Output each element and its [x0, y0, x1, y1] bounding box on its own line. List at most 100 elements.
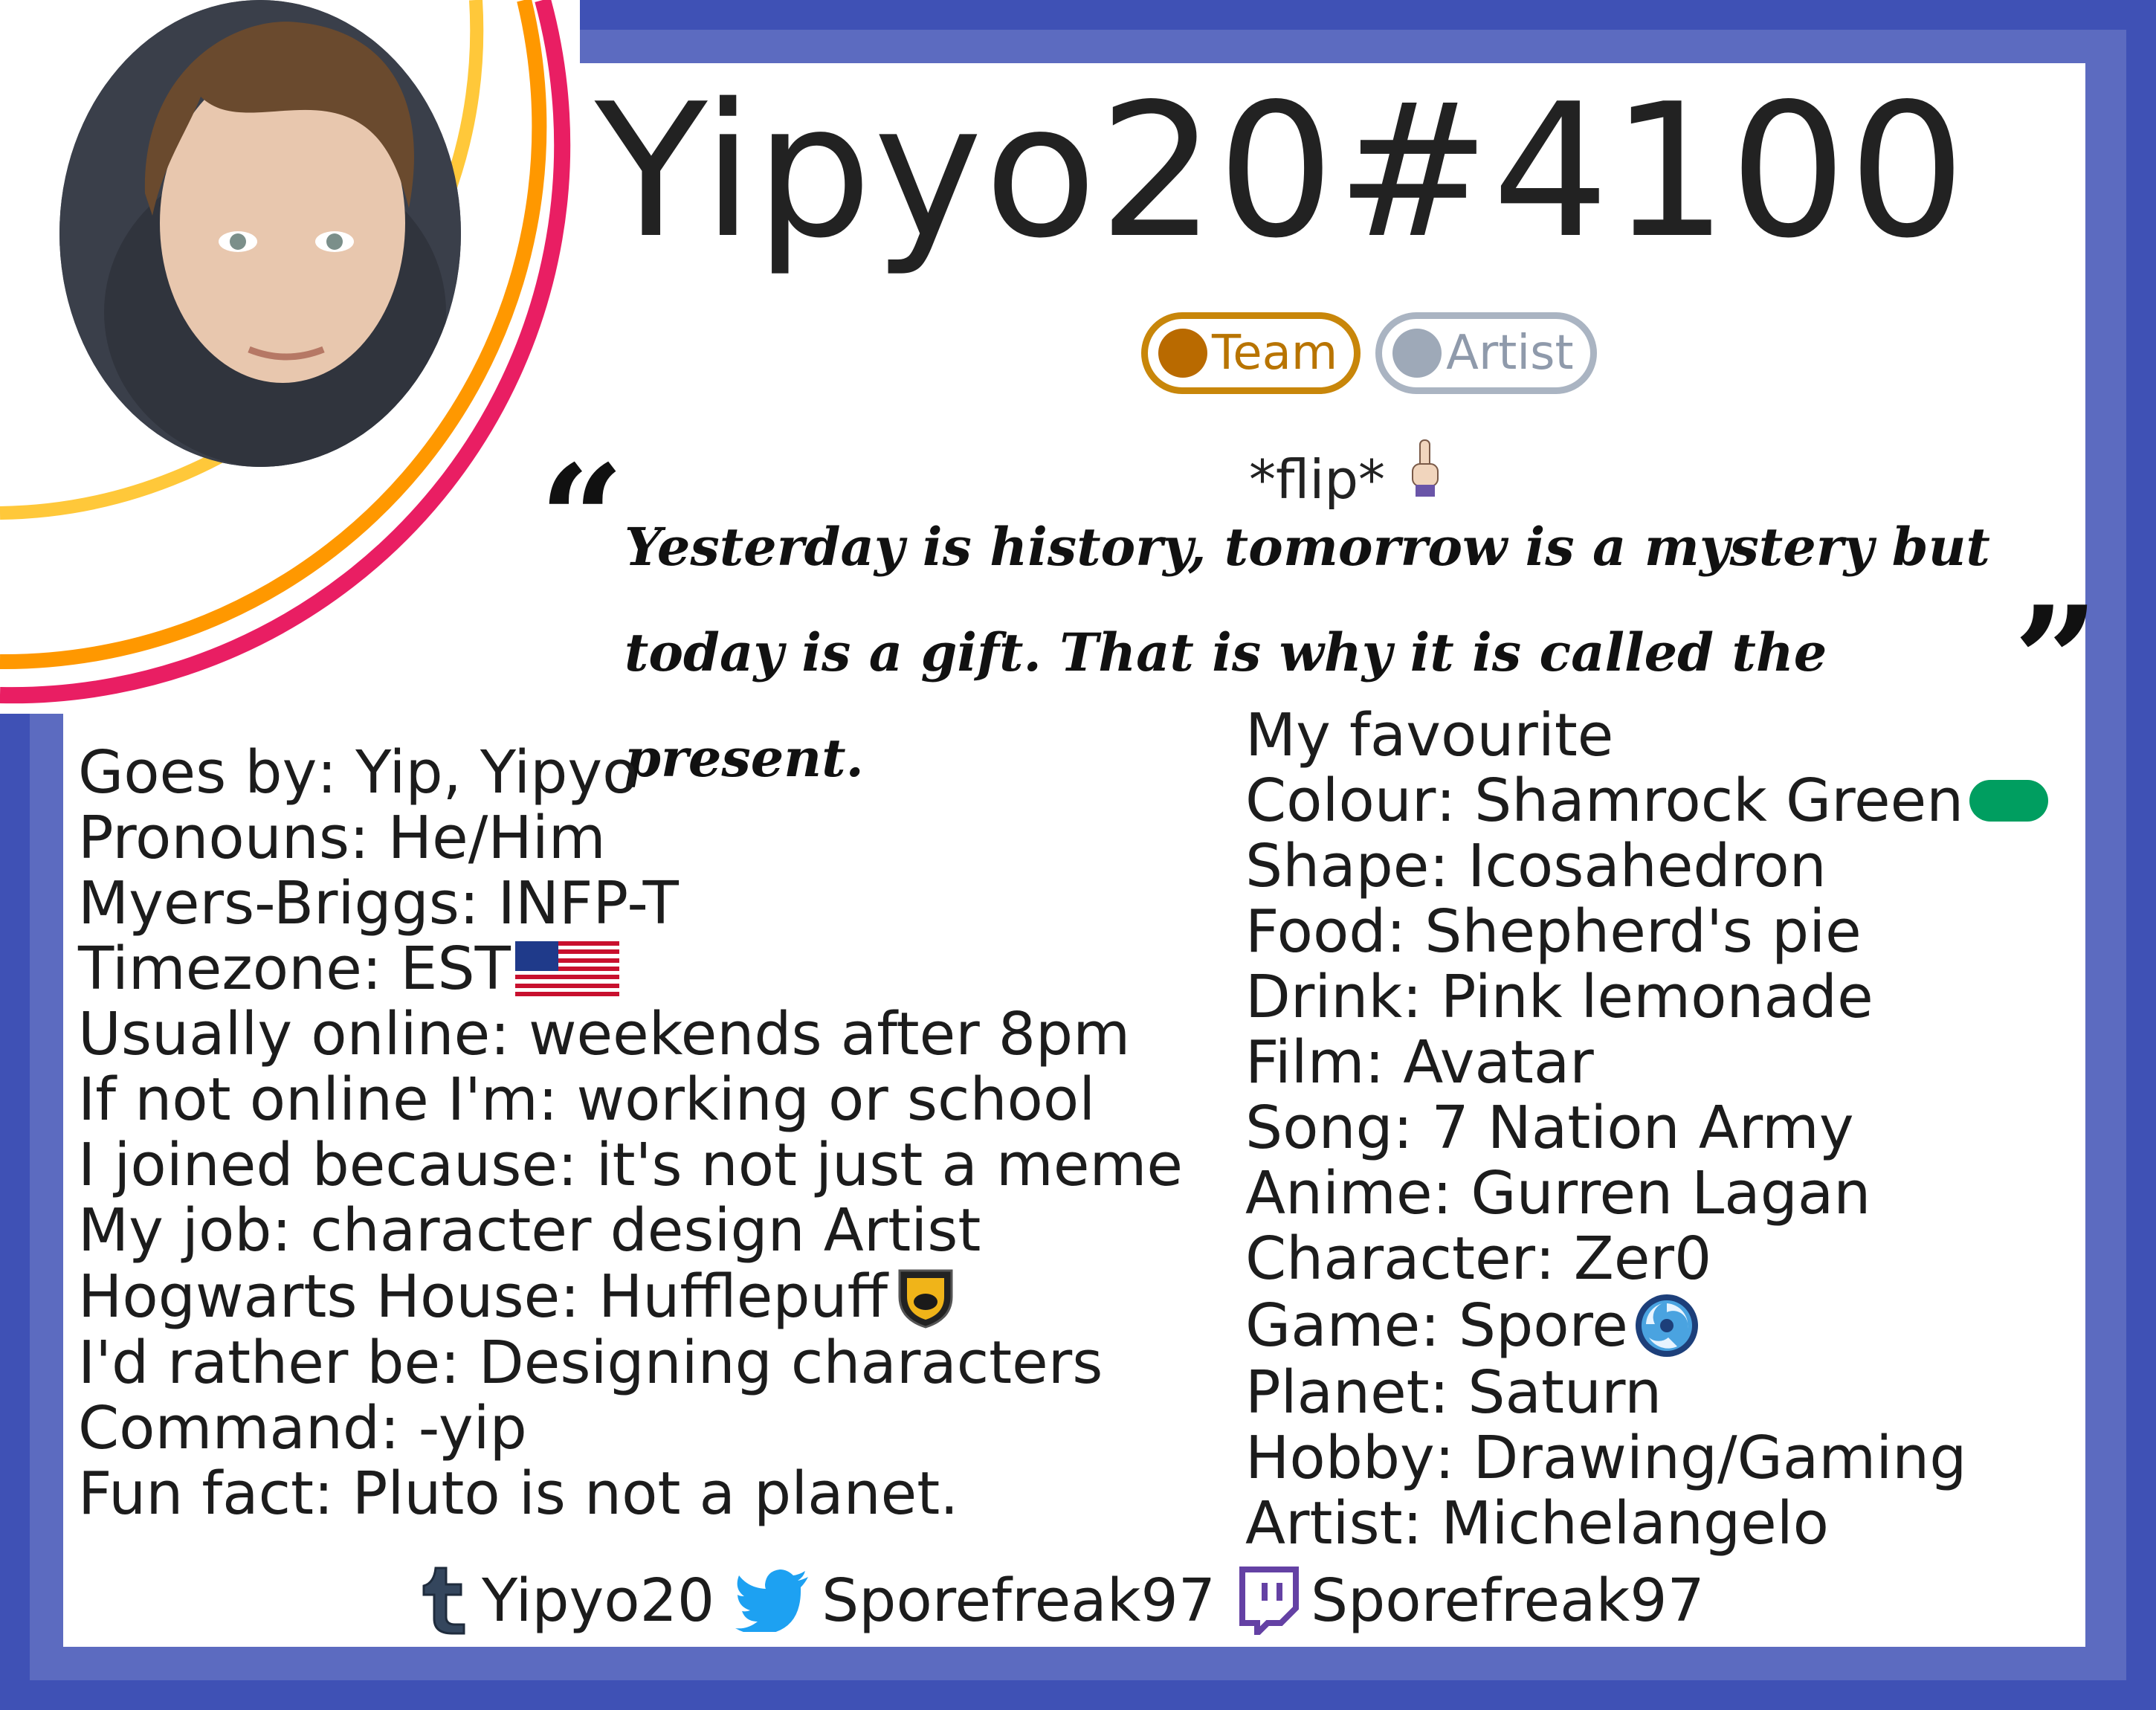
item-value: Zer0	[1573, 1225, 1712, 1293]
favourites-list: My favourite Colour: Shamrock Green Shap…	[1245, 703, 2050, 1556]
item-key: Hogwarts House	[78, 1262, 561, 1331]
about-list: Goes by: Yip, Yipyo Pronouns: He/Him Mye…	[78, 740, 1183, 1526]
item-value: Drawing/Gaming	[1473, 1424, 1967, 1492]
item-value: weekends after 8pm	[528, 1000, 1131, 1068]
list-item: My job: character design Artist	[78, 1196, 981, 1265]
item-key: Drink	[1245, 963, 1403, 1031]
item-key: Myers-Briggs	[78, 869, 459, 938]
list-item: Planet: Saturn	[1245, 1358, 1662, 1427]
role-badges: Team Artist	[1141, 312, 1597, 394]
item-key: Artist	[1245, 1489, 1403, 1558]
social-twitch[interactable]: Sporefreak97	[1236, 1567, 1705, 1635]
item-value: Michelangelo	[1441, 1489, 1830, 1558]
social-tumblr[interactable]: Yipyo20	[416, 1565, 714, 1636]
badge-artist-label: Artist	[1446, 326, 1574, 381]
item-key: I joined because	[78, 1131, 558, 1199]
open-quote-icon: “	[539, 433, 625, 607]
item-key: Film	[1245, 1028, 1365, 1097]
list-item: Hobby: Drawing/Gaming	[1245, 1424, 1967, 1492]
item-key: Anime	[1245, 1159, 1433, 1227]
item-value: -yip	[418, 1394, 527, 1462]
twitch-icon	[1236, 1567, 1299, 1635]
list-item: Fun fact: Pluto is not a planet.	[78, 1459, 959, 1528]
item-key: Fun fact	[78, 1459, 314, 1528]
list-item: Food: Shepherd's pie	[1245, 897, 1862, 966]
item-key: Character	[1245, 1225, 1536, 1293]
spore-icon	[1633, 1291, 1701, 1360]
item-key: Goes by	[78, 738, 317, 807]
item-value: Avatar	[1403, 1028, 1594, 1097]
item-key: Shape	[1245, 832, 1430, 900]
item-key: Game	[1245, 1291, 1421, 1360]
list-item: Drink: Pink lemonade	[1245, 963, 1873, 1031]
item-key: Hobby	[1245, 1424, 1435, 1492]
social-twitter[interactable]: Sporefreak97	[735, 1567, 1216, 1635]
badge-artist: Artist	[1375, 312, 1597, 394]
item-key: Pronouns	[78, 804, 350, 872]
social-links: Yipyo20 Sporefreak97 Sporefreak97	[416, 1565, 1726, 1636]
list-item: Goes by: Yip, Yipyo	[78, 738, 639, 807]
item-value: He/Him	[387, 804, 606, 872]
item-key: Usually online	[78, 1000, 491, 1068]
item-value: Icosahedron	[1468, 832, 1827, 900]
twitter-handle: Sporefreak97	[822, 1567, 1216, 1635]
green-swatch-icon	[1968, 778, 2050, 823]
list-item: Artist: Michelangelo	[1245, 1489, 1830, 1558]
item-value: Gurren Lagan	[1471, 1159, 1871, 1227]
list-item: Shape: Icosahedron	[1245, 832, 1827, 900]
item-value: Shepherd's pie	[1424, 897, 1862, 966]
list-item: If not online I'm: working or school	[78, 1065, 1096, 1134]
item-value: Pluto is not a planet.	[352, 1459, 959, 1528]
tumblr-handle: Yipyo20	[482, 1567, 715, 1635]
list-item: Film: Avatar	[1245, 1028, 1594, 1097]
item-value: Spore	[1458, 1291, 1628, 1360]
list-item: Character: Zer0	[1245, 1225, 1712, 1293]
list-item: Hogwarts House: Hufflepuff	[78, 1263, 1183, 1330]
twitter-icon	[735, 1569, 810, 1632]
item-key: I'd rather be	[78, 1329, 441, 1397]
avatar	[59, 0, 461, 467]
item-key: Planet	[1245, 1358, 1430, 1427]
hand-gesture-icon	[1407, 439, 1444, 498]
list-item: Myers-Briggs: INFP-T	[78, 869, 679, 938]
item-value: it's not just a meme	[596, 1131, 1184, 1199]
item-value: Shamrock Green	[1474, 767, 1964, 835]
team-dot-icon	[1158, 329, 1207, 378]
hufflepuff-crest-icon	[892, 1263, 959, 1330]
twitch-handle: Sporefreak97	[1310, 1567, 1705, 1635]
item-key: Colour	[1245, 767, 1436, 835]
quote-line-1: Yesterday is history, tomorrow is a myst…	[624, 516, 1990, 578]
badge-team-label: Team	[1212, 326, 1338, 381]
list-item: Command: -yip	[78, 1394, 527, 1462]
list-item: Timezone: EST	[78, 936, 1183, 1001]
item-value: working or school	[576, 1065, 1096, 1134]
item-value: 7 Nation Army	[1431, 1094, 1854, 1162]
item-value: Saturn	[1468, 1358, 1662, 1427]
list-item: Game: Spore	[1245, 1291, 2050, 1360]
list-item: Usually online: weekends after 8pm	[78, 1000, 1131, 1068]
item-value: INFP-T	[497, 869, 679, 938]
item-key: Command	[78, 1394, 381, 1462]
favourites-heading: My favourite	[1245, 701, 1614, 770]
item-value: EST	[400, 935, 511, 1003]
item-key: My job	[78, 1196, 272, 1265]
item-key: Song	[1245, 1094, 1393, 1162]
item-value: character design Artist	[310, 1196, 981, 1265]
item-key: Food	[1245, 897, 1387, 966]
artist-dot-icon	[1392, 329, 1442, 378]
item-value: Pink lemonade	[1440, 963, 1873, 1031]
item-key: If not online I'm	[78, 1065, 538, 1134]
item-key: Timezone	[78, 935, 362, 1003]
list-item: Song: 7 Nation Army	[1245, 1094, 1854, 1162]
list-item: Colour: Shamrock Green	[1245, 768, 2050, 833]
us-flag-icon	[514, 941, 619, 996]
list-item: I joined because: it's not just a meme	[78, 1131, 1184, 1199]
tumblr-icon	[416, 1565, 470, 1636]
item-value: Yip, Yipyo	[355, 738, 639, 807]
item-value: Hufflepuff	[598, 1262, 888, 1331]
list-item: Pronouns: He/Him	[78, 804, 606, 872]
item-value: Designing characters	[478, 1329, 1103, 1397]
list-item: I'd rather be: Designing characters	[78, 1329, 1103, 1397]
list-item: Anime: Gurren Lagan	[1245, 1159, 1871, 1227]
username-title: Yipyo20#4100	[595, 65, 1967, 279]
